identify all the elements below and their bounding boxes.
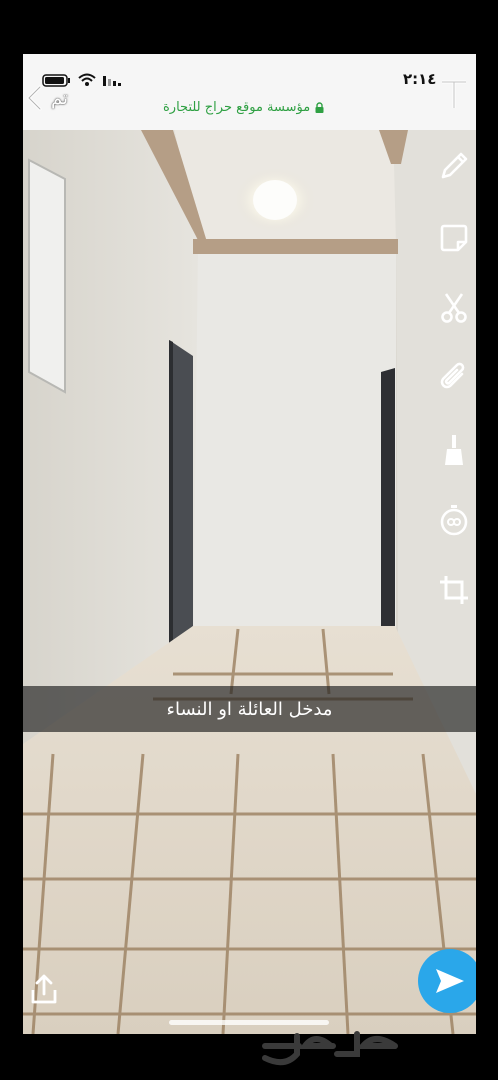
sticker-icon[interactable] — [436, 220, 472, 256]
brush-icon[interactable] — [436, 432, 472, 468]
haraj-watermark — [262, 1031, 398, 1066]
snap-editor-screen: ٢:١٤ تم مؤسسة موقع حراج للتجارة مدخل الع… — [23, 54, 476, 1034]
scissors-icon[interactable] — [436, 290, 472, 326]
done-button[interactable]: تم — [51, 88, 68, 109]
share-icon[interactable] — [29, 972, 59, 1006]
send-arrow-icon — [436, 969, 464, 993]
chevron-left-icon[interactable] — [25, 84, 43, 112]
status-time: ٢:١٤ — [403, 70, 437, 88]
send-button[interactable] — [418, 949, 476, 1013]
hallway-photo — [23, 114, 476, 1034]
text-icon[interactable] — [436, 76, 472, 112]
timer-icon[interactable] — [436, 502, 472, 538]
crop-icon[interactable] — [436, 572, 472, 608]
top-bar: ٢:١٤ تم مؤسسة موقع حراج للتجارة — [23, 54, 476, 130]
lock-icon — [315, 102, 324, 113]
paperclip-icon[interactable] — [436, 360, 472, 396]
status-icons — [42, 73, 121, 87]
caption-bar[interactable]: مدخل العائلة او النساء — [23, 686, 476, 732]
caption-text: مدخل العائلة او النساء — [166, 698, 333, 720]
secure-url-text: مؤسسة موقع حراج للتجارة — [163, 100, 311, 115]
pencil-icon[interactable] — [436, 148, 472, 184]
secure-url: مؤسسة موقع حراج للتجارة — [163, 100, 324, 115]
